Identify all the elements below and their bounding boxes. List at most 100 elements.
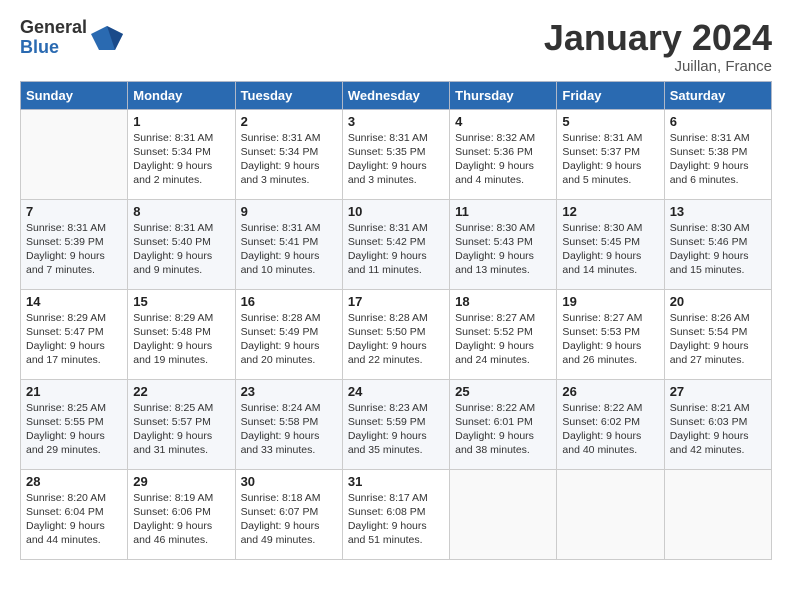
day-number: 2 [241, 114, 337, 129]
day-cell: 18 Sunrise: 8:27 AM Sunset: 5:52 PM Dayli… [450, 289, 557, 379]
day-number: 19 [562, 294, 658, 309]
day-info: Sunrise: 8:30 AM Sunset: 5:43 PM Dayligh… [455, 221, 551, 278]
day-cell: 31 Sunrise: 8:17 AM Sunset: 6:08 PM Dayli… [342, 469, 449, 559]
day-cell: 23 Sunrise: 8:24 AM Sunset: 5:58 PM Dayli… [235, 379, 342, 469]
day-number: 26 [562, 384, 658, 399]
day-number: 23 [241, 384, 337, 399]
day-info: Sunrise: 8:25 AM Sunset: 5:57 PM Dayligh… [133, 401, 229, 458]
day-cell: 22Sunrise: 8:25 AM Sunset: 5:57 PM Dayli… [128, 379, 235, 469]
day-number: 9 [241, 204, 337, 219]
day-cell: 6 Sunrise: 8:31 AM Sunset: 5:38 PM Daylig… [664, 109, 771, 199]
day-info: Sunrise: 8:29 AM Sunset: 5:47 PM Dayligh… [26, 311, 122, 368]
day-info: Sunrise: 8:31 AM Sunset: 5:34 PM Dayligh… [241, 131, 337, 188]
day-number: 28 [26, 474, 122, 489]
day-info: Sunrise: 8:27 AM Sunset: 5:52 PM Dayligh… [455, 311, 551, 368]
header-monday: Monday [128, 81, 235, 109]
day-cell: 28 Sunrise: 8:20 AM Sunset: 6:04 PM Dayli… [21, 469, 128, 559]
header-tuesday: Tuesday [235, 81, 342, 109]
day-number: 27 [670, 384, 766, 399]
day-cell [664, 469, 771, 559]
day-cell: 15 Sunrise: 8:29 AM Sunset: 5:48 PM Dayli… [128, 289, 235, 379]
week-row-4: 28 Sunrise: 8:20 AM Sunset: 6:04 PM Dayli… [21, 469, 772, 559]
day-info: Sunrise: 8:31 AM Sunset: 5:40 PM Dayligh… [133, 221, 229, 278]
day-number: 16 [241, 294, 337, 309]
day-info: Sunrise: 8:18 AM Sunset: 6:07 PM Dayligh… [241, 491, 337, 548]
week-row-2: 14 Sunrise: 8:29 AM Sunset: 5:47 PM Dayli… [21, 289, 772, 379]
day-cell: 25Sunrise: 8:22 AM Sunset: 6:01 PM Dayli… [450, 379, 557, 469]
day-info: Sunrise: 8:19 AM Sunset: 6:06 PM Dayligh… [133, 491, 229, 548]
logo-general: General [20, 18, 87, 38]
logo-text: General Blue [20, 18, 87, 58]
day-cell: 11Sunrise: 8:30 AM Sunset: 5:43 PM Dayli… [450, 199, 557, 289]
day-cell: 16Sunrise: 8:28 AM Sunset: 5:49 PM Dayli… [235, 289, 342, 379]
day-number: 17 [348, 294, 444, 309]
day-cell: 19 Sunrise: 8:27 AM Sunset: 5:53 PM Dayli… [557, 289, 664, 379]
day-number: 7 [26, 204, 122, 219]
day-cell: 13 Sunrise: 8:30 AM Sunset: 5:46 PM Dayli… [664, 199, 771, 289]
day-cell [557, 469, 664, 559]
day-cell: 14 Sunrise: 8:29 AM Sunset: 5:47 PM Dayli… [21, 289, 128, 379]
day-info: Sunrise: 8:17 AM Sunset: 6:08 PM Dayligh… [348, 491, 444, 548]
day-info: Sunrise: 8:31 AM Sunset: 5:35 PM Dayligh… [348, 131, 444, 188]
day-cell: 2 Sunrise: 8:31 AM Sunset: 5:34 PM Daylig… [235, 109, 342, 199]
day-number: 21 [26, 384, 122, 399]
day-number: 12 [562, 204, 658, 219]
day-cell: 8 Sunrise: 8:31 AM Sunset: 5:40 PM Daylig… [128, 199, 235, 289]
day-info: Sunrise: 8:29 AM Sunset: 5:48 PM Dayligh… [133, 311, 229, 368]
day-info: Sunrise: 8:31 AM Sunset: 5:37 PM Dayligh… [562, 131, 658, 188]
day-info: Sunrise: 8:31 AM Sunset: 5:34 PM Dayligh… [133, 131, 229, 188]
day-cell: 12 Sunrise: 8:30 AM Sunset: 5:45 PM Dayli… [557, 199, 664, 289]
day-info: Sunrise: 8:24 AM Sunset: 5:58 PM Dayligh… [241, 401, 337, 458]
day-cell: 20 Sunrise: 8:26 AM Sunset: 5:54 PM Dayli… [664, 289, 771, 379]
day-number: 1 [133, 114, 229, 129]
day-info: Sunrise: 8:27 AM Sunset: 5:53 PM Dayligh… [562, 311, 658, 368]
day-info: Sunrise: 8:30 AM Sunset: 5:45 PM Dayligh… [562, 221, 658, 278]
page-container: General Blue January 2024 Juillan, Franc… [0, 0, 792, 578]
day-cell [450, 469, 557, 559]
day-number: 20 [670, 294, 766, 309]
title-area: January 2024 Juillan, France [544, 18, 772, 75]
day-info: Sunrise: 8:26 AM Sunset: 5:54 PM Dayligh… [670, 311, 766, 368]
week-row-1: 7 Sunrise: 8:31 AM Sunset: 5:39 PM Daylig… [21, 199, 772, 289]
logo-blue: Blue [20, 38, 87, 58]
day-cell: 24 Sunrise: 8:23 AM Sunset: 5:59 PM Dayli… [342, 379, 449, 469]
day-cell: 3 Sunrise: 8:31 AM Sunset: 5:35 PM Daylig… [342, 109, 449, 199]
calendar-table: SundayMondayTuesdayWednesdayThursdayFrid… [20, 81, 772, 560]
day-number: 8 [133, 204, 229, 219]
calendar-subtitle: Juillan, France [544, 58, 772, 75]
day-cell: 4Sunrise: 8:32 AM Sunset: 5:36 PM Daylig… [450, 109, 557, 199]
week-row-3: 21Sunrise: 8:25 AM Sunset: 5:55 PM Dayli… [21, 379, 772, 469]
week-row-0: 1 Sunrise: 8:31 AM Sunset: 5:34 PM Daylig… [21, 109, 772, 199]
day-number: 15 [133, 294, 229, 309]
day-number: 10 [348, 204, 444, 219]
day-cell: 10Sunrise: 8:31 AM Sunset: 5:42 PM Dayli… [342, 199, 449, 289]
day-number: 13 [670, 204, 766, 219]
header-wednesday: Wednesday [342, 81, 449, 109]
header-saturday: Saturday [664, 81, 771, 109]
day-info: Sunrise: 8:31 AM Sunset: 5:38 PM Dayligh… [670, 131, 766, 188]
day-info: Sunrise: 8:31 AM Sunset: 5:41 PM Dayligh… [241, 221, 337, 278]
day-info: Sunrise: 8:22 AM Sunset: 6:02 PM Dayligh… [562, 401, 658, 458]
header-sunday: Sunday [21, 81, 128, 109]
day-info: Sunrise: 8:31 AM Sunset: 5:39 PM Dayligh… [26, 221, 122, 278]
day-number: 31 [348, 474, 444, 489]
day-cell: 17 Sunrise: 8:28 AM Sunset: 5:50 PM Dayli… [342, 289, 449, 379]
day-number: 14 [26, 294, 122, 309]
calendar-title: January 2024 [544, 18, 772, 58]
day-cell: 7 Sunrise: 8:31 AM Sunset: 5:39 PM Daylig… [21, 199, 128, 289]
day-number: 5 [562, 114, 658, 129]
day-number: 18 [455, 294, 551, 309]
day-cell [21, 109, 128, 199]
day-cell: 9 Sunrise: 8:31 AM Sunset: 5:41 PM Daylig… [235, 199, 342, 289]
day-number: 6 [670, 114, 766, 129]
day-info: Sunrise: 8:28 AM Sunset: 5:50 PM Dayligh… [348, 311, 444, 368]
day-number: 29 [133, 474, 229, 489]
day-number: 24 [348, 384, 444, 399]
day-number: 3 [348, 114, 444, 129]
day-number: 4 [455, 114, 551, 129]
day-info: Sunrise: 8:30 AM Sunset: 5:46 PM Dayligh… [670, 221, 766, 278]
day-info: Sunrise: 8:23 AM Sunset: 5:59 PM Dayligh… [348, 401, 444, 458]
day-cell: 5 Sunrise: 8:31 AM Sunset: 5:37 PM Daylig… [557, 109, 664, 199]
day-info: Sunrise: 8:20 AM Sunset: 6:04 PM Dayligh… [26, 491, 122, 548]
header-row: General Blue January 2024 Juillan, Franc… [20, 18, 772, 75]
